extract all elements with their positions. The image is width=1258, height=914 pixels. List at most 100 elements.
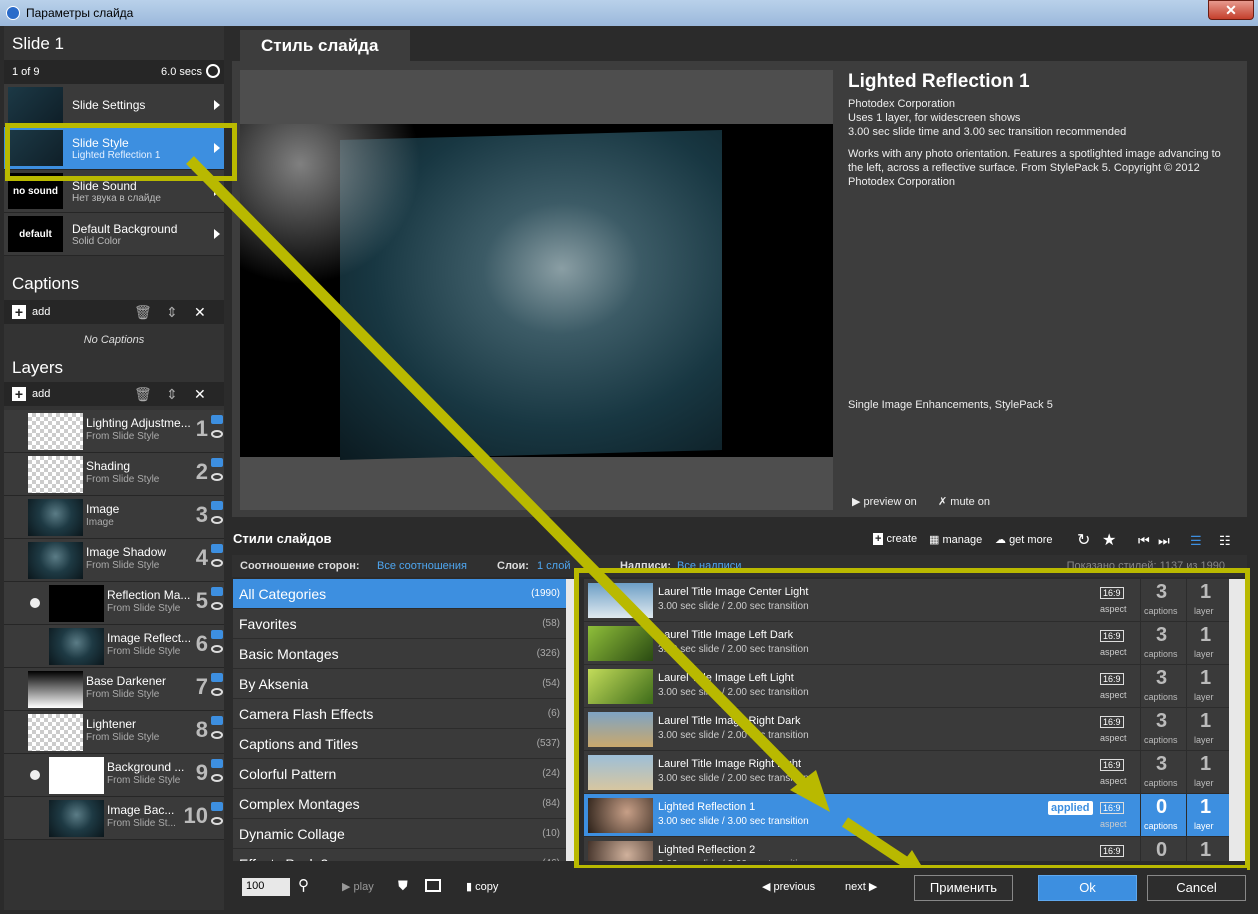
default-background-row[interactable]: default Default Background Solid Color bbox=[4, 213, 224, 256]
eye-icon[interactable] bbox=[211, 645, 223, 653]
layer-row[interactable]: Background ... From Slide Style 9 bbox=[4, 754, 224, 797]
play-button[interactable]: ▶ play bbox=[342, 880, 374, 893]
eye-icon[interactable] bbox=[211, 731, 223, 739]
layer-source: From Slide Style bbox=[86, 474, 160, 485]
category-item[interactable]: Favorites (58) bbox=[233, 609, 566, 639]
category-item[interactable]: Colorful Pattern (24) bbox=[233, 759, 566, 789]
caption-icon[interactable] bbox=[211, 630, 223, 639]
manage-styles-button[interactable]: ▦ manage bbox=[929, 533, 982, 546]
create-label: create bbox=[886, 533, 918, 545]
background-thumbnail: default bbox=[8, 216, 63, 252]
create-style-button[interactable]: + create bbox=[873, 533, 917, 545]
layer-number: 4 bbox=[195, 545, 208, 570]
clock-icon bbox=[206, 64, 220, 78]
layer-row[interactable]: Lighting Adjustme... From Slide Style 1 bbox=[4, 410, 224, 453]
shield-icon[interactable]: ⛊ bbox=[398, 878, 408, 894]
reorder-icon[interactable]: ⇕ bbox=[166, 386, 178, 403]
category-item[interactable]: Complex Montages (84) bbox=[233, 789, 566, 819]
category-item[interactable]: Camera Flash Effects (6) bbox=[233, 699, 566, 729]
first-icon[interactable]: ⏮ bbox=[1138, 533, 1150, 549]
layers-filter-value[interactable]: 1 слой bbox=[537, 560, 570, 572]
eye-icon[interactable] bbox=[211, 473, 223, 481]
add-layer-icon[interactable]: + bbox=[12, 387, 26, 401]
add-caption-button[interactable]: add bbox=[32, 306, 50, 318]
layer-mask-toggle[interactable] bbox=[30, 770, 40, 780]
arrow-left-icon: ◀ bbox=[762, 881, 774, 893]
layer-row[interactable]: Lightener From Slide Style 8 bbox=[4, 711, 224, 754]
caption-icon[interactable] bbox=[211, 501, 223, 510]
category-name: By Aksenia bbox=[239, 675, 309, 692]
star-icon[interactable]: ★ bbox=[1102, 530, 1116, 550]
style-layers-info: Uses 1 layer, for widescreen shows bbox=[848, 112, 1021, 124]
last-icon[interactable]: ⏭ bbox=[1158, 533, 1170, 549]
manage-label: manage bbox=[942, 534, 983, 546]
layer-row[interactable]: Image Image 3 bbox=[4, 496, 224, 539]
caption-icon[interactable] bbox=[211, 716, 223, 725]
aspect-filter-value[interactable]: Все соотношения bbox=[377, 560, 467, 572]
tab-slide-style[interactable]: Стиль слайда bbox=[240, 30, 410, 61]
list-view-icon[interactable]: ☰ bbox=[1190, 533, 1202, 549]
close-window-button[interactable]: ✕ bbox=[1208, 0, 1254, 20]
layer-row[interactable]: Image Bac... From Slide St... 10 bbox=[4, 797, 224, 840]
style-tags: Single Image Enhancements, StylePack 5 bbox=[848, 399, 1053, 411]
layer-row[interactable]: Base Darkener From Slide Style 7 bbox=[4, 668, 224, 711]
trash-icon[interactable]: 🗑 bbox=[134, 386, 152, 403]
category-item[interactable]: By Aksenia (54) bbox=[233, 669, 566, 699]
category-count: (54) bbox=[542, 678, 560, 689]
category-item[interactable]: All Categories (1990) bbox=[233, 579, 566, 609]
category-item[interactable]: Captions and Titles (537) bbox=[233, 729, 566, 759]
ok-button[interactable]: Ok bbox=[1038, 875, 1137, 901]
zoom-search-icon[interactable]: ⚲ bbox=[298, 876, 309, 894]
tools-icon[interactable]: ✕ bbox=[194, 386, 206, 403]
caption-icon[interactable] bbox=[211, 673, 223, 682]
eye-icon[interactable] bbox=[211, 516, 223, 524]
cloud-download-icon: ☁ bbox=[995, 534, 1006, 546]
mute-on-toggle[interactable]: ✗ mute on bbox=[938, 495, 990, 509]
style-author-link[interactable]: Photodex Corporation bbox=[848, 97, 955, 111]
clipboard-icon: ▮ bbox=[466, 881, 476, 893]
get-more-label: get more bbox=[1009, 534, 1053, 546]
eye-icon[interactable] bbox=[211, 688, 223, 696]
eye-icon[interactable] bbox=[211, 559, 223, 567]
window-icon[interactable] bbox=[425, 879, 441, 892]
layer-thumbnail bbox=[49, 585, 104, 622]
category-name: Captions and Titles bbox=[239, 735, 359, 752]
refresh-icon[interactable]: ↻ bbox=[1077, 530, 1090, 550]
copy-button[interactable]: ▮ copy bbox=[466, 880, 498, 893]
category-name: Favorites bbox=[239, 615, 297, 632]
layer-row[interactable]: Image Shadow From Slide Style 4 bbox=[4, 539, 224, 582]
layer-mask-toggle[interactable] bbox=[30, 598, 40, 608]
category-item[interactable]: Effects Pack 2 (46) bbox=[233, 849, 566, 862]
tools-icon[interactable]: ✕ bbox=[194, 304, 206, 321]
next-button[interactable]: next ▶ bbox=[845, 880, 877, 893]
trash-icon[interactable]: 🗑 bbox=[134, 304, 152, 321]
caption-icon[interactable] bbox=[211, 759, 223, 768]
eye-icon[interactable] bbox=[211, 602, 223, 610]
caption-icon[interactable] bbox=[211, 802, 223, 811]
eye-icon[interactable] bbox=[211, 774, 223, 782]
add-layer-button[interactable]: add bbox=[32, 388, 50, 400]
eye-icon[interactable] bbox=[211, 817, 223, 825]
layer-row[interactable]: Image Reflect... From Slide Style 6 bbox=[4, 625, 224, 668]
layer-row[interactable]: Shading From Slide Style 2 bbox=[4, 453, 224, 496]
eye-icon[interactable] bbox=[211, 430, 223, 438]
layer-source: From Slide Style bbox=[107, 775, 181, 786]
caption-icon[interactable] bbox=[211, 415, 223, 424]
apply-button[interactable]: Применить bbox=[914, 875, 1013, 901]
detail-view-icon[interactable]: ☷ bbox=[1219, 533, 1231, 549]
caption-icon[interactable] bbox=[211, 544, 223, 553]
category-item[interactable]: Dynamic Collage (10) bbox=[233, 819, 566, 849]
caption-icon[interactable] bbox=[211, 587, 223, 596]
caption-icon[interactable] bbox=[211, 458, 223, 467]
add-caption-icon[interactable]: + bbox=[12, 305, 26, 319]
previous-button[interactable]: ◀ previous bbox=[762, 880, 815, 893]
cancel-button[interactable]: Cancel bbox=[1147, 875, 1246, 901]
category-item[interactable]: Basic Montages (326) bbox=[233, 639, 566, 669]
layer-source: From Slide Style bbox=[107, 603, 181, 614]
reorder-icon[interactable]: ⇕ bbox=[166, 304, 178, 321]
zoom-input[interactable]: 100 bbox=[242, 878, 290, 896]
layer-row[interactable]: Reflection Ma... From Slide Style 5 bbox=[4, 582, 224, 625]
get-more-button[interactable]: ☁ get more bbox=[995, 533, 1052, 546]
slide-settings-row[interactable]: Slide Settings bbox=[4, 84, 224, 127]
preview-on-toggle[interactable]: ▶ preview on bbox=[852, 495, 917, 509]
